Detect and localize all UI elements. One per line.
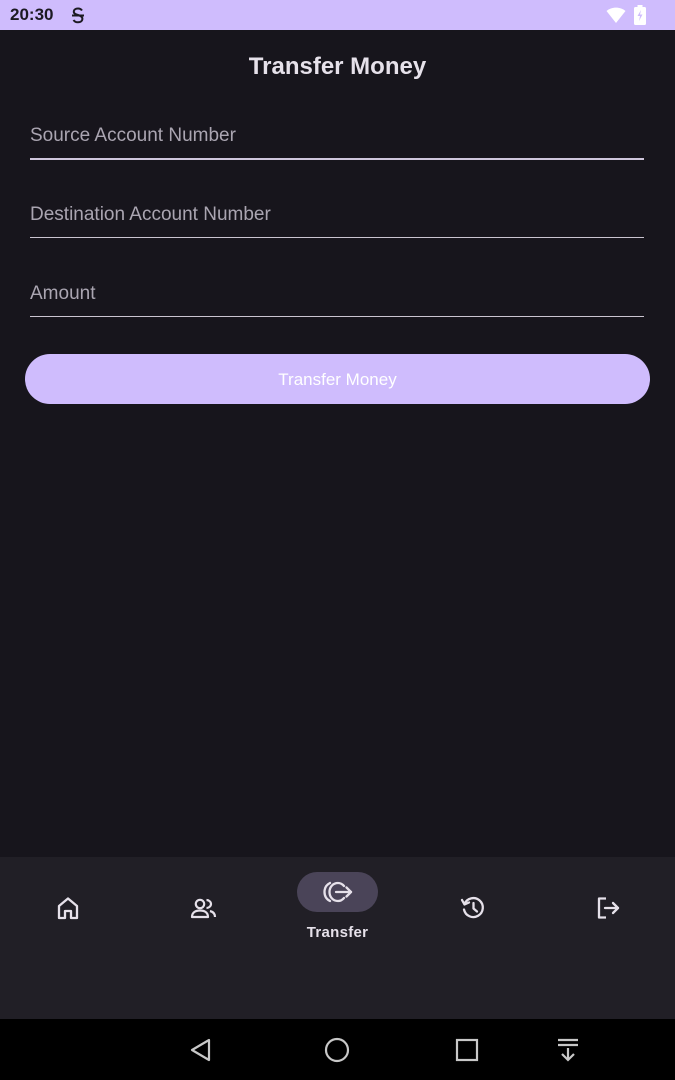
transfer-money-button[interactable]: Transfer Money [25, 354, 650, 404]
nav-item-transfer[interactable]: Transfer [270, 857, 405, 967]
transfer-money-screen: 20:30 Transfer Money Transfer Money [0, 0, 675, 1080]
wifi-icon [606, 7, 626, 23]
nav-item-people[interactable] [135, 857, 270, 967]
status-time: 20:30 [10, 5, 54, 24]
back-icon[interactable] [188, 1036, 216, 1064]
source-account-field [30, 118, 644, 160]
status-bar: 20:30 [0, 0, 675, 30]
history-icon [460, 896, 484, 919]
bottom-navigation: Transfer [0, 857, 675, 1019]
nav-item-home[interactable] [0, 857, 135, 967]
home-circle-icon[interactable] [323, 1036, 351, 1064]
destination-account-input[interactable] [30, 197, 644, 233]
home-icon [57, 897, 79, 920]
recents-icon[interactable] [453, 1036, 481, 1064]
nav-item-history[interactable] [405, 857, 540, 967]
amount-field [30, 276, 644, 317]
destination-account-field [30, 197, 644, 238]
nav-item-logout[interactable] [540, 857, 675, 967]
transfer-icon [323, 881, 353, 903]
s-strike-icon [72, 7, 84, 24]
nav-label-transfer: Transfer [306, 924, 369, 941]
keyboard-hide-icon[interactable] [554, 1036, 582, 1064]
amount-input[interactable] [30, 276, 644, 312]
people-icon [190, 898, 217, 919]
page-title: Transfer Money [248, 53, 427, 80]
source-account-input[interactable] [30, 118, 644, 154]
battery-icon [634, 5, 646, 25]
logout-icon [597, 897, 620, 919]
system-navigation-bar [0, 1019, 675, 1080]
nav-selected-indicator [297, 872, 378, 912]
